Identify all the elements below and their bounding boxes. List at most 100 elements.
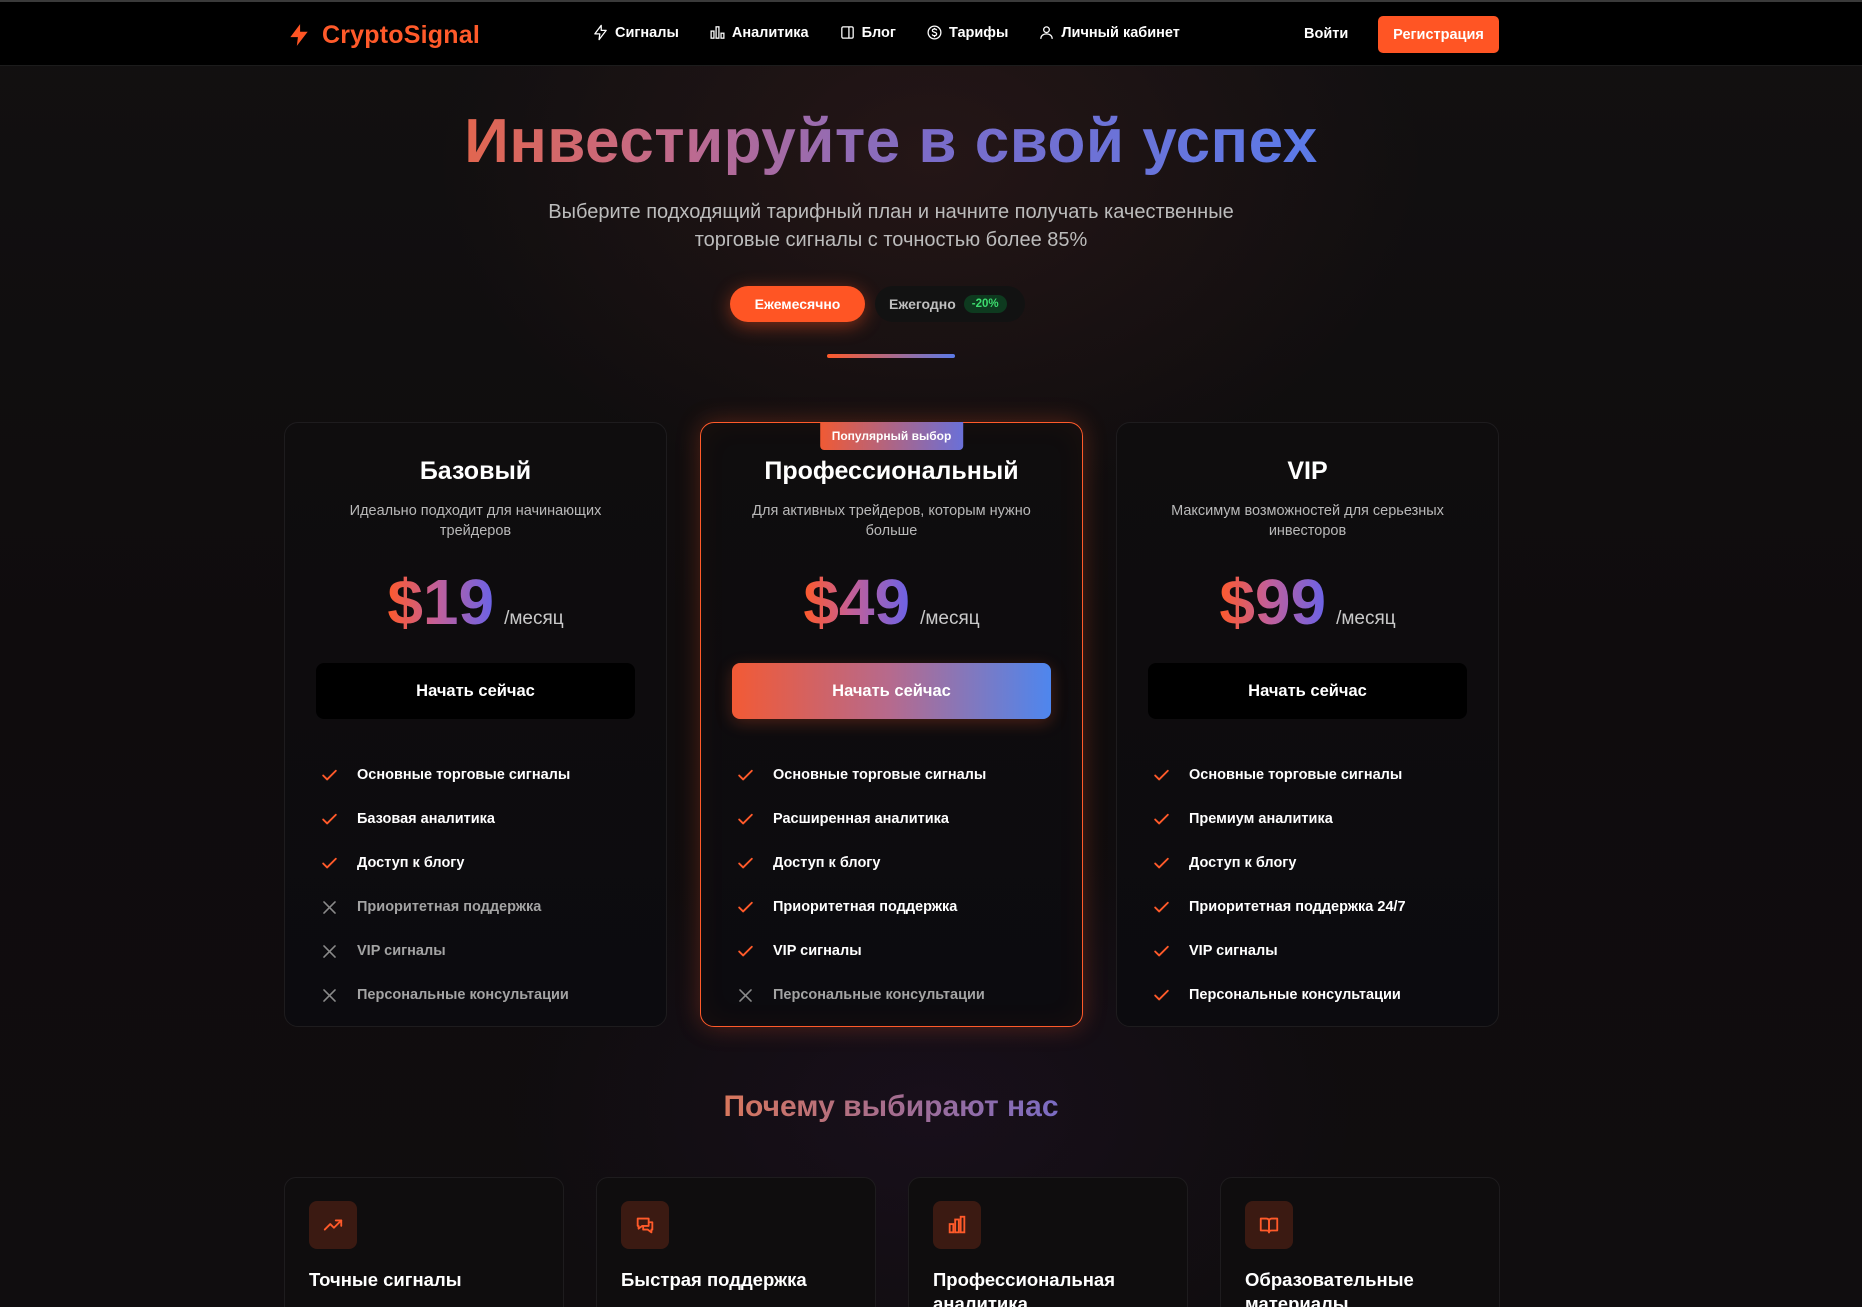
start-now-button[interactable]: Начать сейчас [732,663,1051,719]
plan-price-row: $19 /месяц [285,565,666,639]
check-icon [322,813,337,824]
register-button[interactable]: Регистрация [1378,16,1499,53]
nav-link-signals[interactable]: Сигналы [592,24,679,41]
check-icon [1154,813,1169,824]
why-card-icon-box [309,1201,357,1249]
plan-features-list: Основные торговые сигналы Расширенная ана… [736,753,1062,1017]
why-section-title: Почему выбирают нас [0,1090,1782,1124]
dollar-circle-icon [927,25,942,40]
document-icon [840,26,854,39]
why-card-accurate-signals: Точные сигналы [284,1177,564,1307]
plan-description: Максимум возможностей для серьезных инве… [1171,503,1444,539]
plan-feature-item: Расширенная аналитика [736,797,1062,841]
billing-yearly-option[interactable]: Ежегодно -20% [875,286,1025,322]
plan-feature-item: Основные торговые сигналы [320,753,646,797]
brand-name: CryptoSignal [322,20,480,49]
nav-link-label: Сигналы [615,24,679,41]
check-icon [322,857,337,868]
plan-feature-item: Персональные консультации [320,973,646,1017]
plan-name: VIP [1287,457,1328,485]
plan-feature-item: Базовая аналитика [320,797,646,841]
brand-logo[interactable]: CryptoSignal [286,18,480,52]
trending-up-icon [323,1219,343,1231]
plan-feature-item: Приоритетная поддержка [320,885,646,929]
plan-feature-item: Основные торговые сигналы [736,753,1062,797]
plan-feature-item: Премиум аналитика [1152,797,1478,841]
nav-link-analytics[interactable]: Аналитика [709,24,809,41]
plan-feature-label: Приоритетная поддержка 24/7 [1189,899,1406,915]
plan-feature-label: Основные торговые сигналы [1189,767,1403,783]
plan-feature-label: Доступ к блогу [357,855,465,871]
x-icon [739,988,752,1002]
page-title-text: Инвестируйте в свой успех [464,107,1318,176]
nav-link-blog[interactable]: Блог [839,24,896,41]
x-icon [323,900,336,914]
discount-badge: -20% [963,295,1007,313]
lightning-icon [594,24,607,41]
plan-period: /месяц [504,608,564,629]
hero-divider [827,354,955,358]
plan-description: Идеально подходит для начинающих трейдер… [349,503,602,539]
plan-feature-item: VIP сигналы [736,929,1062,973]
plan-features-list: Основные торговые сигналы Премиум аналити… [1152,753,1478,1017]
plan-feature-label: VIP сигналы [773,943,862,959]
page-title: Инвестируйте в свой успех [0,106,1782,177]
plan-feature-label: Премиум аналитика [1189,811,1333,827]
plan-feature-label: Доступ к блогу [1189,855,1297,871]
plan-price-row: $49 /месяц [701,565,1082,639]
start-now-button[interactable]: Начать сейчас [316,663,635,719]
main-nav: Сигналы Аналитика Блог Тарифы Личный каб… [592,24,1180,41]
billing-monthly-option[interactable]: Ежемесячно [730,286,865,322]
plan-feature-label: VIP сигналы [1189,943,1278,959]
popular-badge: Популярный выбор [819,422,964,450]
plan-feature-label: Персональные консультации [357,987,569,1003]
nav-link-label: Аналитика [731,24,809,41]
plan-name: Базовый [419,457,532,485]
plan-card-vip: VIP Максимум возможностей для серьезных … [1116,422,1499,1027]
plan-feature-item: Основные торговые сигналы [1152,753,1478,797]
plan-card-professional: Популярный выбор Профессиональный Для ак… [700,422,1083,1027]
plan-feature-item: Доступ к блогу [736,841,1062,885]
check-icon [1154,857,1169,868]
plan-period: /месяц [920,608,980,629]
nav-link-pricing[interactable]: Тарифы [926,24,1008,41]
book-icon [1259,1217,1279,1234]
nav-link-label: Тарифы [948,24,1009,41]
start-now-button[interactable]: Начать сейчас [1148,663,1467,719]
plan-feature-item: VIP сигналы [320,929,646,973]
plan-feature-label: Персональные консультации [773,987,985,1003]
check-icon [1154,769,1169,780]
plan-feature-label: Персональные консультации [1189,987,1401,1003]
plan-price: $49 [803,566,911,638]
plan-feature-item: Приоритетная поддержка 24/7 [1152,885,1478,929]
check-icon [738,945,753,956]
plan-feature-label: Расширенная аналитика [773,811,949,827]
check-icon [1154,945,1169,956]
login-link[interactable]: Войти [1304,26,1348,42]
plan-price: $99 [1219,566,1327,638]
plan-feature-label: Основные торговые сигналы [773,767,987,783]
plan-price: $19 [387,566,495,638]
plan-description: Для активных трейдеров, которым нужно бо… [752,503,1031,539]
why-card-icon-box [621,1201,669,1249]
bar-chart-icon [948,1215,966,1234]
user-icon [1040,26,1054,39]
why-card-fast-support: Быстрая поддержка [596,1177,876,1307]
plan-card-basic: Базовый Идеально подходит для начинающих… [284,422,667,1027]
why-card-title: Профессиональная аналитика [933,1269,1115,1307]
billing-period-toggle: Ежемесячно Ежегодно -20% [730,286,1025,322]
window-top-border [0,0,1862,2]
check-icon [738,901,753,912]
lightning-logo-icon [290,24,308,46]
why-card-title: Образовательные материалы [1245,1269,1414,1307]
x-icon [323,944,336,958]
plan-feature-label: Доступ к блогу [773,855,881,871]
check-icon [738,857,753,868]
nav-link-label: Блог [861,24,896,41]
why-card-pro-analytics: Профессиональная аналитика [908,1177,1188,1307]
why-card-education: Образовательные материалы [1220,1177,1500,1307]
page-subtitle: Выберите подходящий тарифный план и начн… [548,201,1234,251]
why-card-icon-box [1245,1201,1293,1249]
nav-link-account[interactable]: Личный кабинет [1038,24,1180,41]
x-icon [323,988,336,1002]
